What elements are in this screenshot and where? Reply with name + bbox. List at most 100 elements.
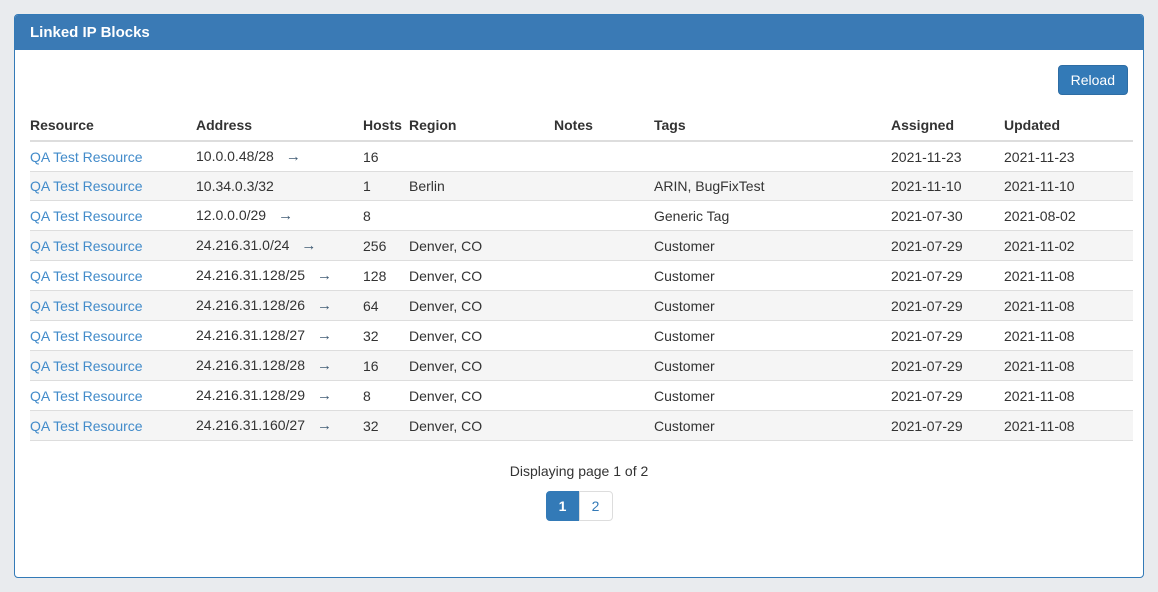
arrow-right-icon[interactable]: → bbox=[301, 237, 315, 254]
notes-cell bbox=[554, 261, 654, 291]
tags-cell: Customer bbox=[654, 351, 891, 381]
page-button-2[interactable]: 2 bbox=[579, 491, 613, 521]
updated-cell: 2021-08-02 bbox=[1004, 201, 1133, 231]
region-cell: Denver, CO bbox=[409, 291, 554, 321]
resource-cell: QA Test Resource bbox=[30, 141, 196, 172]
pagination: 12 bbox=[546, 491, 613, 521]
table-header-row: Resource Address Hosts Region Notes Tags… bbox=[30, 111, 1133, 141]
notes-cell bbox=[554, 231, 654, 261]
region-cell: Denver, CO bbox=[409, 231, 554, 261]
resource-link[interactable]: QA Test Resource bbox=[30, 358, 143, 374]
resource-link[interactable]: QA Test Resource bbox=[30, 298, 143, 314]
arrow-right-icon[interactable]: → bbox=[278, 207, 292, 224]
ip-address: 24.216.31.128/29 bbox=[196, 387, 305, 403]
table-body: QA Test Resource 10.0.0.48/28 → 16 2021-11-2… bbox=[30, 141, 1133, 441]
hosts-cell: 16 bbox=[363, 351, 409, 381]
resource-cell: QA Test Resource bbox=[30, 291, 196, 321]
assigned-cell: 2021-07-29 bbox=[891, 351, 1004, 381]
resource-cell: QA Test Resource bbox=[30, 172, 196, 201]
assigned-cell: 2021-07-29 bbox=[891, 291, 1004, 321]
assigned-cell: 2021-07-29 bbox=[891, 261, 1004, 291]
hosts-cell: 64 bbox=[363, 291, 409, 321]
address-cell: 24.216.31.160/27 → bbox=[196, 411, 363, 441]
resource-link[interactable]: QA Test Resource bbox=[30, 208, 143, 224]
arrow-right-icon[interactable]: → bbox=[317, 267, 331, 284]
address-cell: 24.216.31.128/26 → bbox=[196, 291, 363, 321]
hosts-cell: 256 bbox=[363, 231, 409, 261]
updated-cell: 2021-11-23 bbox=[1004, 141, 1133, 172]
resource-link[interactable]: QA Test Resource bbox=[30, 418, 143, 434]
hosts-cell: 128 bbox=[363, 261, 409, 291]
resource-link[interactable]: QA Test Resource bbox=[30, 238, 143, 254]
toolbar: Reload bbox=[30, 65, 1128, 95]
region-cell: Denver, CO bbox=[409, 411, 554, 441]
arrow-right-icon[interactable]: → bbox=[317, 297, 331, 314]
ip-address: 24.216.31.160/27 bbox=[196, 417, 305, 433]
updated-cell: 2021-11-08 bbox=[1004, 291, 1133, 321]
ip-address: 24.216.31.0/24 bbox=[196, 237, 289, 253]
ip-address: 10.0.0.48/28 bbox=[196, 148, 274, 164]
column-header-resource: Resource bbox=[30, 111, 196, 141]
tags-cell: Customer bbox=[654, 291, 891, 321]
tags-cell: Customer bbox=[654, 381, 891, 411]
hosts-cell: 32 bbox=[363, 411, 409, 441]
notes-cell bbox=[554, 351, 654, 381]
resource-cell: QA Test Resource bbox=[30, 231, 196, 261]
page-button-1[interactable]: 1 bbox=[546, 491, 580, 521]
linked-ip-blocks-panel: Linked IP Blocks Reload Resource Address… bbox=[14, 14, 1144, 578]
hosts-cell: 8 bbox=[363, 381, 409, 411]
ip-address: 10.34.0.3/32 bbox=[196, 178, 274, 194]
assigned-cell: 2021-07-30 bbox=[891, 201, 1004, 231]
region-cell: Denver, CO bbox=[409, 261, 554, 291]
resource-cell: QA Test Resource bbox=[30, 261, 196, 291]
table-row: QA Test Resource24.216.31.128/27→32Denve… bbox=[30, 321, 1133, 351]
arrow-right-icon[interactable]: → bbox=[317, 417, 331, 434]
ip-address: 24.216.31.128/26 bbox=[196, 297, 305, 313]
table-row: QA Test Resource24.216.31.128/25→128Denv… bbox=[30, 261, 1133, 291]
hosts-cell: 32 bbox=[363, 321, 409, 351]
region-cell: Denver, CO bbox=[409, 351, 554, 381]
region-cell bbox=[409, 201, 554, 231]
assigned-cell: 2021-07-29 bbox=[891, 321, 1004, 351]
table-row: QA Test Resource 24.216.31.160/27 → 32Denve… bbox=[30, 411, 1133, 441]
resource-cell: QA Test Resource bbox=[30, 201, 196, 231]
resource-link[interactable]: QA Test Resource bbox=[30, 388, 143, 404]
address-cell: 24.216.31.128/27→ bbox=[196, 321, 363, 351]
hosts-cell: 8 bbox=[363, 201, 409, 231]
updated-cell: 2021-11-08 bbox=[1004, 321, 1133, 351]
hosts-cell: 16 bbox=[363, 141, 409, 172]
assigned-cell: 2021-07-29 bbox=[891, 411, 1004, 441]
tags-cell: ARIN, BugFixTest bbox=[654, 172, 891, 201]
notes-cell bbox=[554, 291, 654, 321]
panel-title: Linked IP Blocks bbox=[15, 15, 1143, 50]
reload-button[interactable]: Reload bbox=[1058, 65, 1128, 95]
arrow-right-icon[interactable]: → bbox=[317, 357, 331, 374]
region-cell: Denver, CO bbox=[409, 381, 554, 411]
column-header-assigned: Assigned bbox=[891, 111, 1004, 141]
arrow-right-icon[interactable]: → bbox=[286, 148, 300, 165]
notes-cell bbox=[554, 411, 654, 441]
notes-cell bbox=[554, 172, 654, 201]
updated-cell: 2021-11-10 bbox=[1004, 172, 1133, 201]
arrow-right-icon[interactable]: → bbox=[317, 387, 331, 404]
assigned-cell: 2021-11-23 bbox=[891, 141, 1004, 172]
table-row: QA Test Resource 24.216.31.128/26 → 64Denve… bbox=[30, 291, 1133, 321]
address-cell: 24.216.31.0/24 → bbox=[196, 231, 363, 261]
resource-link[interactable]: QA Test Resource bbox=[30, 328, 143, 344]
resource-link[interactable]: QA Test Resource bbox=[30, 178, 143, 194]
address-cell: 10.34.0.3/32 bbox=[196, 172, 363, 201]
notes-cell bbox=[554, 381, 654, 411]
column-header-hosts: Hosts bbox=[363, 111, 409, 141]
tags-cell: Customer bbox=[654, 231, 891, 261]
column-header-region: Region bbox=[409, 111, 554, 141]
arrow-right-icon[interactable]: → bbox=[317, 327, 331, 344]
hosts-cell: 1 bbox=[363, 172, 409, 201]
address-cell: 24.216.31.128/29 → bbox=[196, 381, 363, 411]
resource-link[interactable]: QA Test Resource bbox=[30, 268, 143, 284]
notes-cell bbox=[554, 321, 654, 351]
tags-cell bbox=[654, 141, 891, 172]
updated-cell: 2021-11-02 bbox=[1004, 231, 1133, 261]
column-header-address: Address bbox=[196, 111, 363, 141]
ip-address: 24.216.31.128/28 bbox=[196, 357, 305, 373]
resource-link[interactable]: QA Test Resource bbox=[30, 149, 143, 165]
